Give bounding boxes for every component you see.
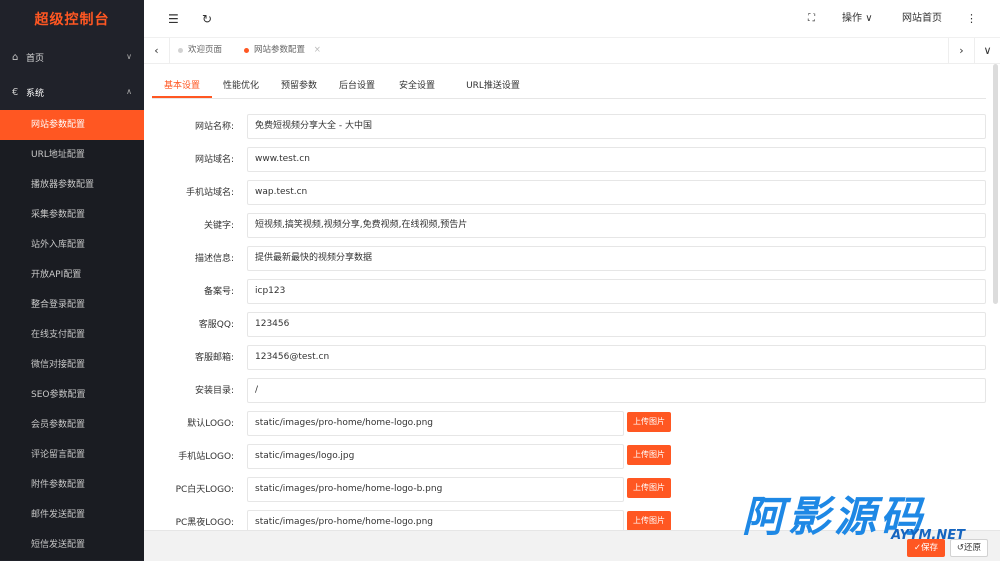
sidebar-item-label: 首页 [26, 54, 45, 64]
sidebar-subitem-payment[interactable]: 在线支付配置 [0, 320, 144, 350]
sidebar-subitem-login-integration[interactable]: 整合登录配置 [0, 290, 144, 320]
keywords-input[interactable]: 短视频,搞笑视频,视频分享,免费视频,在线视频,预告片 [247, 213, 986, 238]
sidebar-item-system[interactable]: € 系统 ∧ [0, 75, 144, 110]
sidebar-subitem-open-api[interactable]: 开放API配置 [0, 260, 144, 290]
domain-label: 网站域名: [194, 155, 234, 165]
sidebar-subitem-url-config[interactable]: URL地址配置 [0, 140, 144, 170]
form-row-keywords: 关键字: 短视频,搞笑视频,视频分享,免费视频,在线视频,预告片 [144, 213, 986, 239]
tab-label: 网站参数配置 [254, 45, 306, 55]
form-row-domain: 网站域名: www.test.cn [144, 147, 986, 173]
watermark-logo: 阿影源码 AYYM.NET [742, 495, 967, 545]
upload-wap-logo-button[interactable]: 上传图片 [627, 445, 671, 465]
description-input[interactable]: 提供最新最快的视频分享数据 [247, 246, 986, 271]
form-row-wap: 手机站域名: wap.test.cn [144, 180, 986, 206]
main-content: 基本设置 性能优化 预留参数 后台设置 安全设置 URL推送设置 网站名称: 免… [144, 64, 1000, 535]
tab-basic[interactable]: 基本设置 [152, 74, 212, 98]
upload-pc-night-logo-button[interactable]: 上传图片 [627, 511, 671, 531]
tab-welcome[interactable]: 欢迎页面 [174, 38, 222, 63]
form-row-icp: 备案号: icp123 [144, 279, 986, 305]
tab-label: 欢迎页面 [188, 45, 223, 55]
tab-performance[interactable]: 性能优化 [216, 74, 266, 98]
sidebar-subitem-comment[interactable]: 评论留言配置 [0, 440, 144, 470]
tabs-prev-icon[interactable]: ‹ [144, 38, 170, 63]
install-dir-input[interactable]: / [247, 378, 986, 403]
settings-tabs: 基本设置 性能优化 预留参数 后台设置 安全设置 URL推送设置 [152, 74, 986, 99]
form-row-qq: 客服QQ: 123456 [144, 312, 986, 338]
sidebar-subitem-player-config[interactable]: 播放器参数配置 [0, 170, 144, 200]
dir-label: 安装目录: [194, 386, 234, 396]
logo-input[interactable]: static/images/pro-home/home-logo.png [247, 411, 624, 436]
tabs-next-icon[interactable]: › [948, 38, 974, 63]
wap-label: 手机站域名: [185, 188, 234, 198]
site-home-link[interactable]: 网站首页 [902, 0, 942, 38]
sidebar-item-label: 系统 [26, 89, 45, 99]
email-label: 客服邮箱: [194, 353, 234, 363]
chevron-down-icon: ∨ [126, 52, 132, 61]
top-header: ☰ ↻ ⛶ 操作 ∨ 网站首页 ⋮ [144, 0, 1000, 38]
close-icon[interactable]: × [314, 45, 321, 55]
form-row-dir: 安装目录: / [144, 378, 986, 404]
operate-label: 操作 [842, 13, 862, 24]
qq-label: 客服QQ: [198, 320, 234, 330]
wap-logo-label: 手机站LOGO: [178, 452, 234, 462]
sidebar: 超级控制台 ⌂ 首页 ∨ € 系统 ∧ 网站参数配置 URL地址配置 播放器参数… [0, 0, 144, 561]
upload-logo-button[interactable]: 上传图片 [627, 412, 671, 432]
operate-menu[interactable]: 操作 ∨ [842, 0, 873, 38]
content-scrollbar[interactable] [993, 64, 998, 304]
sidebar-subitem-email[interactable]: 邮件发送配置 [0, 500, 144, 530]
form-row-desc: 描述信息: 提供最新最快的视频分享数据 [144, 246, 986, 272]
watermark-sub: AYYM.NET [891, 528, 965, 543]
email-input[interactable]: 123456@test.cn [247, 345, 986, 370]
home-icon: ⌂ [12, 52, 19, 63]
site-name-input[interactable]: 免费短视频分享大全 - 大中国 [247, 114, 986, 139]
keywords-label: 关键字: [203, 221, 234, 231]
tab-site-config[interactable]: 网站参数配置 × [240, 38, 321, 63]
sidebar-subitem-sms[interactable]: 短信发送配置 [0, 530, 144, 560]
more-icon[interactable]: ⋮ [966, 0, 977, 38]
sidebar-subitem-site-config[interactable]: 网站参数配置 [0, 110, 144, 140]
menu-toggle-icon[interactable]: ☰ [168, 0, 179, 38]
system-icon: € [12, 87, 19, 98]
site-name-label: 网站名称: [194, 122, 234, 132]
chevron-down-icon: ∨ [865, 13, 873, 24]
qq-input[interactable]: 123456 [247, 312, 986, 337]
sidebar-subitem-wechat[interactable]: 微信对接配置 [0, 350, 144, 380]
app-logo[interactable]: 超级控制台 [0, 0, 144, 40]
fullscreen-icon[interactable]: ⛶ [808, 0, 815, 38]
desc-label: 描述信息: [194, 254, 234, 264]
sidebar-item-home[interactable]: ⌂ 首页 ∨ [0, 40, 144, 75]
form-row-email: 客服邮箱: 123456@test.cn [144, 345, 986, 371]
chevron-up-icon: ∧ [126, 87, 132, 96]
form-row-logo: 默认LOGO: static/images/pro-home/home-logo… [144, 411, 986, 437]
page-tabs-bar: ‹ 欢迎页面 网站参数配置 × › ∨ [144, 38, 1000, 64]
tab-reserved[interactable]: 预留参数 [274, 74, 324, 98]
sidebar-subitem-external-import[interactable]: 站外入库配置 [0, 230, 144, 260]
tab-security[interactable]: 安全设置 [392, 74, 442, 98]
wap-domain-input[interactable]: wap.test.cn [247, 180, 986, 205]
wap-logo-input[interactable]: static/images/logo.jpg [247, 444, 624, 469]
upload-pc-day-logo-button[interactable]: 上传图片 [627, 478, 671, 498]
tab-url-push[interactable]: URL推送设置 [458, 74, 528, 98]
icp-label: 备案号: [203, 287, 234, 297]
sidebar-subitem-attachment[interactable]: 附件参数配置 [0, 470, 144, 500]
tab-dot [178, 48, 183, 53]
sidebar-subitem-collect-config[interactable]: 采集参数配置 [0, 200, 144, 230]
logo-label: 默认LOGO: [187, 419, 234, 429]
form-row-site-name: 网站名称: 免费短视频分享大全 - 大中国 [144, 114, 986, 140]
icp-input[interactable]: icp123 [247, 279, 986, 304]
tab-dot [244, 48, 249, 53]
pc-day-logo-input[interactable]: static/images/pro-home/home-logo-b.png [247, 477, 624, 502]
form-row-wap-logo: 手机站LOGO: static/images/logo.jpg 上传图片 [144, 444, 986, 470]
domain-input[interactable]: www.test.cn [247, 147, 986, 172]
tab-backend[interactable]: 后台设置 [332, 74, 382, 98]
refresh-icon[interactable]: ↻ [202, 0, 212, 38]
sidebar-submenu: 网站参数配置 URL地址配置 播放器参数配置 采集参数配置 站外入库配置 开放A… [0, 110, 144, 560]
sidebar-subitem-member[interactable]: 会员参数配置 [0, 410, 144, 440]
sidebar-subitem-seo[interactable]: SEO参数配置 [0, 380, 144, 410]
pc-day-logo-label: PC白天LOGO: [175, 485, 234, 495]
tabs-dropdown-icon[interactable]: ∨ [974, 38, 1000, 63]
